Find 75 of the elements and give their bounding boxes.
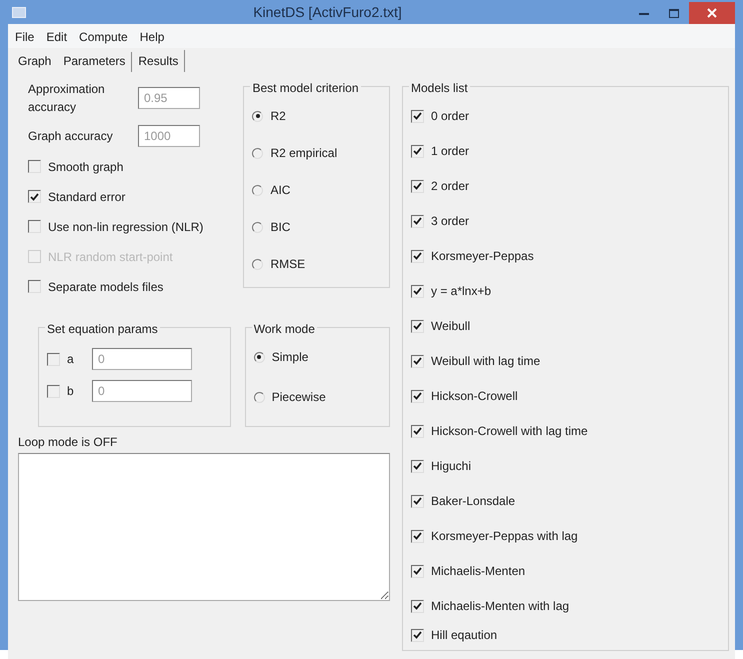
- checkbox[interactable]: [411, 564, 424, 578]
- checkbox-label[interactable]: a: [67, 350, 85, 368]
- checkbox-label[interactable]: 1 order: [431, 142, 470, 160]
- checkbox[interactable]: [411, 460, 424, 472]
- checkbox[interactable]: [411, 628, 424, 642]
- loop-mode-label: Loop mode is OFF: [18, 434, 118, 451]
- minimize-icon: [639, 12, 649, 14]
- checkbox-label[interactable]: 3 order: [431, 212, 470, 230]
- radio-button[interactable]: [254, 392, 265, 402]
- field-label: Graph accuracy: [28, 128, 114, 145]
- radio-button[interactable]: [252, 258, 264, 270]
- checkbox[interactable]: [47, 384, 60, 398]
- checkbox[interactable]: [411, 250, 424, 262]
- checkbox[interactable]: [411, 214, 424, 228]
- checkbox-label[interactable]: Hickson-Crowell: [431, 387, 518, 405]
- field-label: Approximation accuracy: [28, 81, 106, 116]
- radio-button[interactable]: [252, 110, 264, 122]
- checkbox-label[interactable]: Smooth graph: [48, 158, 124, 176]
- menu-item[interactable]: Compute: [78, 28, 129, 46]
- tab[interactable]: Parameters: [57, 52, 132, 72]
- close-button[interactable]: [689, 2, 735, 24]
- checkbox[interactable]: [411, 390, 424, 402]
- menu-item[interactable]: Help: [138, 28, 166, 46]
- radio-button[interactable]: [252, 222, 264, 232]
- checkbox[interactable]: [28, 160, 41, 173]
- checkbox[interactable]: [28, 220, 41, 233]
- radio-label[interactable]: Simple: [272, 348, 308, 366]
- radio-label[interactable]: AIC: [270, 181, 290, 199]
- checkbox-label[interactable]: Michaelis-Menten with lag: [431, 597, 570, 615]
- checkbox[interactable]: [411, 144, 424, 158]
- checkbox[interactable]: [411, 354, 424, 368]
- menu-item[interactable]: Edit: [45, 28, 68, 46]
- checkbox[interactable]: [411, 530, 424, 542]
- checkbox[interactable]: [411, 600, 424, 612]
- tab[interactable]: Graph: [12, 50, 58, 72]
- checkbox[interactable]: [411, 424, 424, 438]
- radio-label[interactable]: R2 empirical: [270, 144, 338, 162]
- checkbox-label[interactable]: Separate models files: [48, 278, 164, 296]
- loop-log-field[interactable]: [18, 453, 390, 601]
- radio-label[interactable]: BIC: [270, 218, 290, 236]
- checkbox-label[interactable]: Korsmeyer-Peppas: [431, 247, 534, 265]
- close-icon: [707, 8, 717, 18]
- checkbox-label[interactable]: Hickson-Crowell with lag time: [431, 422, 588, 440]
- checkbox[interactable]: [411, 494, 424, 508]
- checkbox-label[interactable]: Use non-lin regression (NLR): [48, 218, 204, 236]
- checkbox-label[interactable]: Higuchi: [431, 457, 472, 475]
- window-title: KinetDS [ActivFuro2.txt]: [252, 2, 403, 22]
- tab[interactable]: Results: [132, 50, 186, 72]
- app-icon: [12, 6, 26, 18]
- checkbox[interactable]: [411, 284, 424, 298]
- radio-button[interactable]: [254, 352, 265, 362]
- checkbox[interactable]: [47, 352, 60, 366]
- checkbox-label[interactable]: Weibull with lag time: [431, 352, 540, 370]
- maximize-icon: [669, 8, 679, 18]
- menu-item[interactable]: File: [14, 28, 36, 46]
- checkbox-label[interactable]: y = a*lnx+b: [431, 282, 492, 300]
- radio-label[interactable]: Piecewise: [272, 388, 326, 406]
- checkbox-label[interactable]: Michaelis-Menten: [431, 562, 526, 580]
- checkbox-label[interactable]: b: [67, 382, 85, 400]
- checkbox-label[interactable]: Weibull: [431, 317, 470, 335]
- radio-label[interactable]: RMSE: [270, 255, 306, 273]
- checkbox[interactable]: [411, 110, 424, 122]
- checkbox[interactable]: [411, 180, 424, 192]
- checkbox-label[interactable]: Baker-Lonsdale: [431, 492, 516, 510]
- checkbox[interactable]: [28, 190, 41, 203]
- checkbox-label[interactable]: Standard error: [48, 188, 126, 206]
- checkbox-label[interactable]: Hill eqaution: [431, 626, 498, 644]
- checkbox[interactable]: [411, 320, 424, 332]
- checkbox-label[interactable]: 2 order: [431, 177, 470, 195]
- radio-button[interactable]: [252, 148, 264, 158]
- checkbox[interactable]: [28, 280, 41, 293]
- checkbox-label[interactable]: Korsmeyer-Peppas with lag: [431, 527, 578, 545]
- radio-label[interactable]: R2: [270, 107, 286, 125]
- checkbox-label[interactable]: 0 order: [431, 107, 470, 125]
- radio-button[interactable]: [252, 184, 264, 196]
